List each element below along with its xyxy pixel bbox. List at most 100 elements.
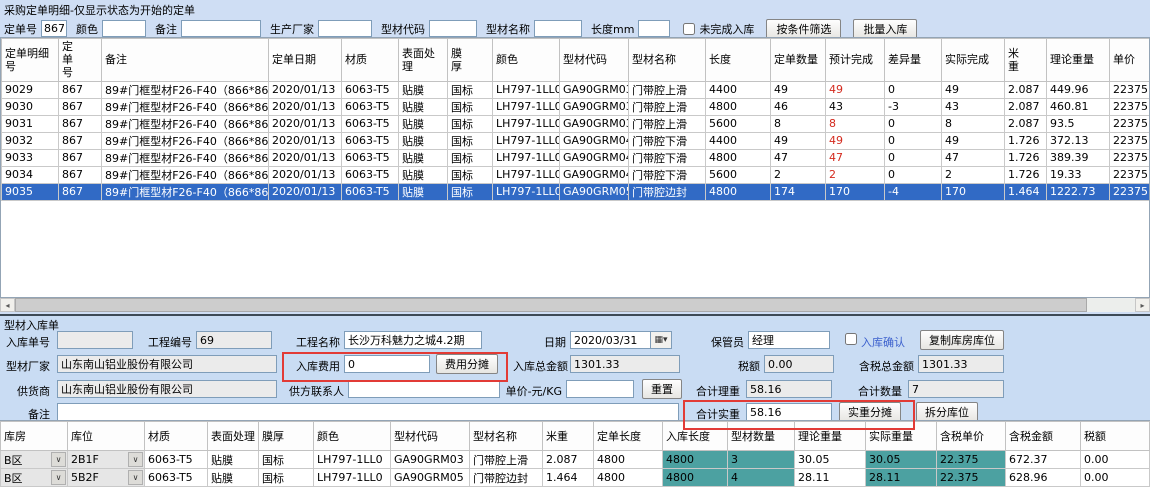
- table-row[interactable]: 903486789#门框型材F26-F40（866*867）2020/01/13…: [2, 166, 1150, 183]
- filter-order-no-input[interactable]: [41, 20, 67, 37]
- table-row[interactable]: 903186789#门框型材F26-F40（866*867）2020/01/13…: [2, 115, 1150, 132]
- cell[interactable]: LH797-1LL0: [493, 81, 560, 98]
- column-header[interactable]: 型材代码: [560, 39, 629, 82]
- reset-button[interactable]: 重置: [642, 379, 682, 399]
- cell[interactable]: 867: [59, 183, 102, 200]
- column-header[interactable]: 米重: [543, 422, 594, 451]
- cell[interactable]: 国标: [448, 98, 493, 115]
- column-header[interactable]: 实际完成: [942, 39, 1005, 82]
- date-input[interactable]: [570, 331, 650, 349]
- filter-manufacturer-input[interactable]: [318, 20, 372, 37]
- column-header[interactable]: 米重: [1005, 39, 1047, 82]
- cell[interactable]: 国标: [259, 451, 314, 469]
- cell[interactable]: LH797-1LL0: [314, 451, 391, 469]
- column-header[interactable]: 表面处理: [399, 39, 448, 82]
- cell[interactable]: 49: [771, 132, 826, 149]
- total-theory-input[interactable]: [746, 380, 832, 398]
- cell[interactable]: 9035: [2, 183, 59, 200]
- table-row[interactable]: 903086789#门框型材F26-F40（866*867）2020/01/13…: [2, 98, 1150, 115]
- fee-allocate-button[interactable]: 费用分摊: [436, 354, 498, 374]
- cell[interactable]: 672.37: [1006, 451, 1081, 469]
- cell[interactable]: 89#门框型材F26-F40（866*867）: [102, 132, 269, 149]
- cell[interactable]: 9031: [2, 115, 59, 132]
- cell[interactable]: 43: [826, 98, 885, 115]
- cell[interactable]: GA90GRM05: [560, 183, 629, 200]
- cell[interactable]: LH797-1LL0: [314, 469, 391, 487]
- cell[interactable]: 0: [885, 149, 942, 166]
- scrollbar-track[interactable]: [1087, 298, 1135, 312]
- cell[interactable]: 49: [942, 132, 1005, 149]
- cell[interactable]: 1.726: [1005, 166, 1047, 183]
- cell[interactable]: 867: [59, 166, 102, 183]
- horizontal-scrollbar[interactable]: ◂ ▸: [0, 298, 1150, 312]
- cell[interactable]: 460.81: [1047, 98, 1110, 115]
- cell[interactable]: 628.96: [1006, 469, 1081, 487]
- cell[interactable]: 22375: [1110, 149, 1150, 166]
- column-header[interactable]: 颜色: [493, 39, 560, 82]
- filter-profile-name-input[interactable]: [534, 20, 582, 37]
- cell[interactable]: 贴膜: [399, 132, 448, 149]
- cell[interactable]: 389.39: [1047, 149, 1110, 166]
- cell[interactable]: 8: [942, 115, 1005, 132]
- cell[interactable]: 贴膜: [208, 451, 259, 469]
- column-header[interactable]: 定单号: [59, 39, 102, 82]
- cell[interactable]: 2: [942, 166, 1005, 183]
- cell[interactable]: 9030: [2, 98, 59, 115]
- cell[interactable]: 22375: [1110, 166, 1150, 183]
- cell[interactable]: GA90GRM03: [391, 451, 470, 469]
- batch-inbound-button[interactable]: 批量入库: [853, 19, 917, 39]
- copy-warehouse-button[interactable]: 复制库房库位: [920, 330, 1004, 350]
- cell[interactable]: 门带腔下滑: [629, 166, 706, 183]
- total-actual-input[interactable]: [746, 403, 832, 421]
- cell[interactable]: 2.087: [1005, 98, 1047, 115]
- cell[interactable]: 2.087: [543, 451, 594, 469]
- column-header[interactable]: 税额: [1081, 422, 1150, 451]
- cell[interactable]: 贴膜: [399, 149, 448, 166]
- cell[interactable]: 6063-T5: [342, 81, 399, 98]
- cell[interactable]: 1222.73: [1047, 183, 1110, 200]
- cell[interactable]: -3: [885, 98, 942, 115]
- cell[interactable]: 4800: [663, 451, 728, 469]
- cell[interactable]: 2020/01/13: [269, 115, 342, 132]
- cell[interactable]: 49: [826, 81, 885, 98]
- filter-length-input[interactable]: [638, 20, 670, 37]
- cell[interactable]: 867: [59, 149, 102, 166]
- cell[interactable]: 4400: [706, 81, 771, 98]
- project-name-input[interactable]: [344, 331, 482, 349]
- column-header[interactable]: 备注: [102, 39, 269, 82]
- cell[interactable]: LH797-1LL0: [493, 149, 560, 166]
- cell[interactable]: 国标: [448, 149, 493, 166]
- cell[interactable]: 国标: [259, 469, 314, 487]
- cell[interactable]: 2020/01/13: [269, 81, 342, 98]
- dropdown-arrow-icon[interactable]: ∨: [51, 452, 66, 467]
- cell[interactable]: 89#门框型材F26-F40（866*867）: [102, 149, 269, 166]
- cell[interactable]: 47: [942, 149, 1005, 166]
- dropdown-arrow-icon[interactable]: ∨: [128, 452, 143, 467]
- table-row[interactable]: 903286789#门框型材F26-F40（866*867）2020/01/13…: [2, 132, 1150, 149]
- rk-no-input[interactable]: [57, 331, 133, 349]
- supplier-input[interactable]: [57, 380, 277, 398]
- table-row[interactable]: 903586789#门框型材F26-F40（866*867）2020/01/13…: [2, 183, 1150, 200]
- scroll-right-icon[interactable]: ▸: [1135, 298, 1150, 312]
- cell[interactable]: 4800: [663, 469, 728, 487]
- cell[interactable]: 9032: [2, 132, 59, 149]
- cell[interactable]: 贴膜: [399, 98, 448, 115]
- cell[interactable]: 22375: [1110, 115, 1150, 132]
- cell[interactable]: 22375: [1110, 183, 1150, 200]
- column-header[interactable]: 含税单价: [937, 422, 1006, 451]
- cell[interactable]: 170: [942, 183, 1005, 200]
- dropdown-arrow-icon[interactable]: ∨: [51, 470, 66, 485]
- cell[interactable]: 6063-T5: [342, 149, 399, 166]
- filter-profile-code-input[interactable]: [429, 20, 477, 37]
- total-amount-input[interactable]: [570, 355, 680, 373]
- cell[interactable]: 贴膜: [399, 115, 448, 132]
- cell[interactable]: 47: [826, 149, 885, 166]
- column-header[interactable]: 库房: [1, 422, 68, 451]
- cell[interactable]: 门带腔上滑: [629, 115, 706, 132]
- column-header[interactable]: 型材代码: [391, 422, 470, 451]
- cell[interactable]: 22.375: [937, 469, 1006, 487]
- cell[interactable]: 49: [771, 81, 826, 98]
- cell[interactable]: LH797-1LL0: [493, 98, 560, 115]
- cell[interactable]: 门带腔边封: [629, 183, 706, 200]
- cell[interactable]: 93.5: [1047, 115, 1110, 132]
